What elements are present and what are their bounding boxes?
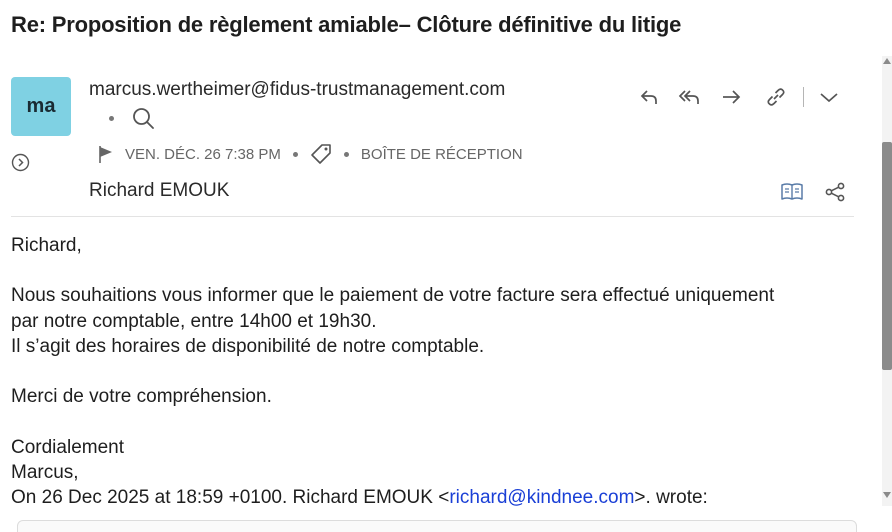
link-icon[interactable] xyxy=(763,84,789,110)
email-subject: Re: Proposition de règlement amiable– Cl… xyxy=(11,12,682,37)
scroll-up-arrow[interactable] xyxy=(883,58,891,64)
sender-address[interactable]: marcus.wertheimer@fidus-trustmanagement.… xyxy=(89,79,505,101)
reply-all-icon[interactable] xyxy=(677,84,703,110)
body-line: Il s’agit des horaires de disponibilité … xyxy=(11,335,485,357)
quote-prefix: On 26 Dec 2025 at 18:59 +0100. Richard E… xyxy=(11,486,450,508)
separator-dot xyxy=(292,151,298,157)
quoted-message-box[interactable] xyxy=(17,520,857,532)
signature-line: Marcus, xyxy=(11,461,79,483)
closing-line: Cordialement xyxy=(11,436,124,458)
separator-dot xyxy=(343,151,349,157)
chevron-down-icon[interactable] xyxy=(816,84,842,110)
action-divider xyxy=(803,87,804,107)
message-body: Richard, Nous souhaitions vous informer … xyxy=(11,233,861,510)
quoted-email-link[interactable]: richard@kindnee.com xyxy=(449,487,634,508)
message-folder[interactable]: BOÎTE DE RÉCEPTION xyxy=(361,146,523,163)
body-line: par notre comptable, entre 14h00 et 19h3… xyxy=(11,310,377,332)
header-divider xyxy=(11,216,854,217)
quote-header: On 26 Dec 2025 at 18:59 +0100. Richard E… xyxy=(11,485,861,510)
share-icon[interactable] xyxy=(823,180,847,204)
scrollbar-thumb[interactable] xyxy=(882,142,892,370)
chevron-right-circle-icon[interactable] xyxy=(11,153,30,172)
scroll-down-arrow[interactable] xyxy=(883,492,891,498)
quote-suffix: >. wrote: xyxy=(634,486,708,508)
forward-icon[interactable] xyxy=(718,84,744,110)
reader-actions xyxy=(780,180,847,204)
thanks-line: Merci de votre compréhension. xyxy=(11,386,272,408)
flag-icon[interactable] xyxy=(97,144,115,164)
message-actions xyxy=(636,84,842,110)
separator-dot xyxy=(109,116,114,121)
reply-icon[interactable] xyxy=(636,84,662,110)
greeting: Richard, xyxy=(11,235,82,256)
message-meta: VEN. DÉC. 26 7:38 PM BOÎTE DE RÉCEPTION xyxy=(97,143,523,165)
tag-icon[interactable] xyxy=(310,143,332,165)
recipient-name[interactable]: Richard EMOUK xyxy=(89,180,229,202)
body-line: Nous souhaitions vous informer que le pa… xyxy=(11,285,775,307)
sender-avatar[interactable]: ma xyxy=(11,77,71,136)
search-icon[interactable] xyxy=(131,106,155,130)
book-icon[interactable] xyxy=(780,180,804,204)
message-date: VEN. DÉC. 26 7:38 PM xyxy=(125,145,281,163)
